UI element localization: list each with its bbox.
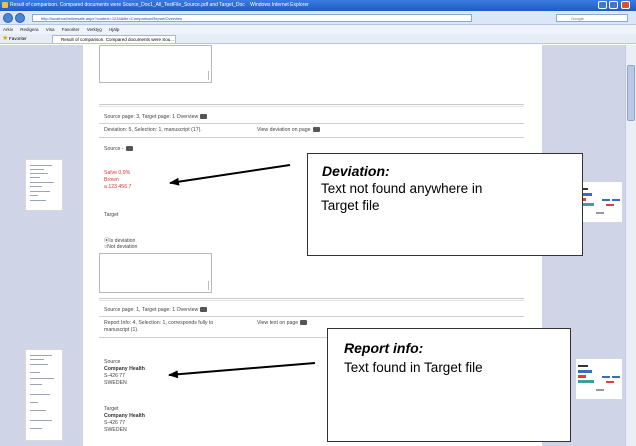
target-label: Target: [104, 406, 119, 412]
divider: [99, 123, 524, 124]
maximize-button[interactable]: [609, 1, 618, 9]
report-info-callout: Report info: Text found in Target file: [327, 328, 571, 442]
report-info-line: manuscript (1).: [104, 327, 139, 333]
window-titlebar: Result of comparison. Compared documents…: [0, 0, 636, 11]
star-icon: ★: [2, 35, 9, 42]
address-bar: http://localhost/inlinesafe.aspx?context…: [0, 11, 636, 25]
source-value: Salve 0,9%: [104, 170, 131, 176]
menu-redigera[interactable]: Redigera: [20, 27, 38, 32]
url-input[interactable]: http://localhost/inlinesafe.aspx?context…: [32, 14, 472, 22]
favorites-bar: ★ Favoriter Result of comparison. Compar…: [0, 34, 636, 44]
forward-icon[interactable]: [15, 13, 25, 23]
radio-not-deviation[interactable]: ○Not deviation: [104, 244, 137, 250]
camera-icon[interactable]: [200, 114, 208, 119]
comment-textarea[interactable]: [99, 45, 212, 83]
source-page-line: Source page: 1, Target page: 1 Overview: [104, 307, 208, 313]
divider: [99, 137, 524, 138]
camera-icon[interactable]: [125, 146, 133, 151]
target-value: SWEDEN: [104, 427, 127, 433]
source-label: Source: [104, 359, 121, 365]
menu-verktyg[interactable]: Verktyg: [87, 27, 102, 32]
deviation-callout-text: Text not found anywhere in: [321, 181, 483, 196]
window-title: Result of comparison. Compared documents…: [10, 2, 245, 8]
source-value: Brown: [104, 177, 119, 183]
view-deviation-link[interactable]: View deviation on page: [257, 127, 320, 133]
deviation-callout-text: Target file: [321, 198, 380, 213]
report-callout-text: Text found in Target file: [344, 360, 483, 375]
target-page-thumbnail[interactable]: [576, 359, 622, 399]
source-value: S-426 77: [104, 373, 126, 379]
favorites-label: Favoriter: [9, 36, 27, 41]
target-value: S-426 77: [104, 420, 126, 426]
divider: [99, 316, 524, 317]
source-page-thumbnail[interactable]: [25, 349, 63, 441]
source-label: Source -: [104, 146, 133, 152]
minimize-button[interactable]: [598, 1, 607, 9]
ie-icon: [2, 2, 8, 8]
divider: [99, 104, 524, 107]
menu-arkiv[interactable]: Arkiv: [3, 27, 13, 32]
menu-visa[interactable]: Visa: [46, 27, 55, 32]
deviation-line: Deviation: 5, Selection: 1, manuscript (…: [104, 127, 202, 133]
menu-hjalp[interactable]: Hjälp: [109, 27, 119, 32]
report-info-line: Report Info: 4, Selection: 1, correspond…: [104, 320, 214, 326]
source-value: a 123 456 7: [104, 184, 132, 190]
favorites-button[interactable]: ★ Favoriter: [2, 34, 27, 44]
target-value: Company Health: [104, 413, 145, 419]
search-input[interactable]: Google: [556, 14, 628, 22]
source-page-line: Source page: 3, Target page: 1 Overview: [104, 114, 208, 120]
target-label: Target: [104, 212, 119, 218]
radio-is-deviation[interactable]: ⦿Is deviation: [104, 237, 135, 244]
browser-tab[interactable]: Result of comparison. Compared documents…: [52, 35, 176, 43]
deviation-callout-title: Deviation:: [322, 163, 390, 179]
menu-bar: Arkiv Redigera Visa Favoriter Verktyg Hj…: [0, 25, 636, 34]
camera-icon[interactable]: [200, 307, 208, 312]
camera-icon[interactable]: [312, 127, 320, 132]
menu-favoriter[interactable]: Favoriter: [62, 27, 80, 32]
source-value: Company Health: [104, 366, 145, 372]
source-value: SWEDEN: [104, 380, 127, 386]
divider: [99, 298, 524, 301]
comment-textarea[interactable]: [99, 253, 212, 293]
deviation-callout: Deviation: Text not found anywhere in Ta…: [307, 153, 583, 256]
window-title-browser: Windows Internet Explorer: [250, 2, 309, 8]
vertical-scrollbar[interactable]: [625, 45, 636, 446]
back-icon[interactable]: [3, 13, 13, 23]
view-text-link[interactable]: View text on page: [257, 320, 308, 326]
source-page-thumbnail[interactable]: [25, 159, 63, 211]
close-button[interactable]: [621, 1, 630, 9]
scrollbar-thumb[interactable]: [627, 65, 635, 121]
camera-icon[interactable]: [300, 320, 308, 325]
report-callout-title: Report info:: [344, 340, 424, 356]
